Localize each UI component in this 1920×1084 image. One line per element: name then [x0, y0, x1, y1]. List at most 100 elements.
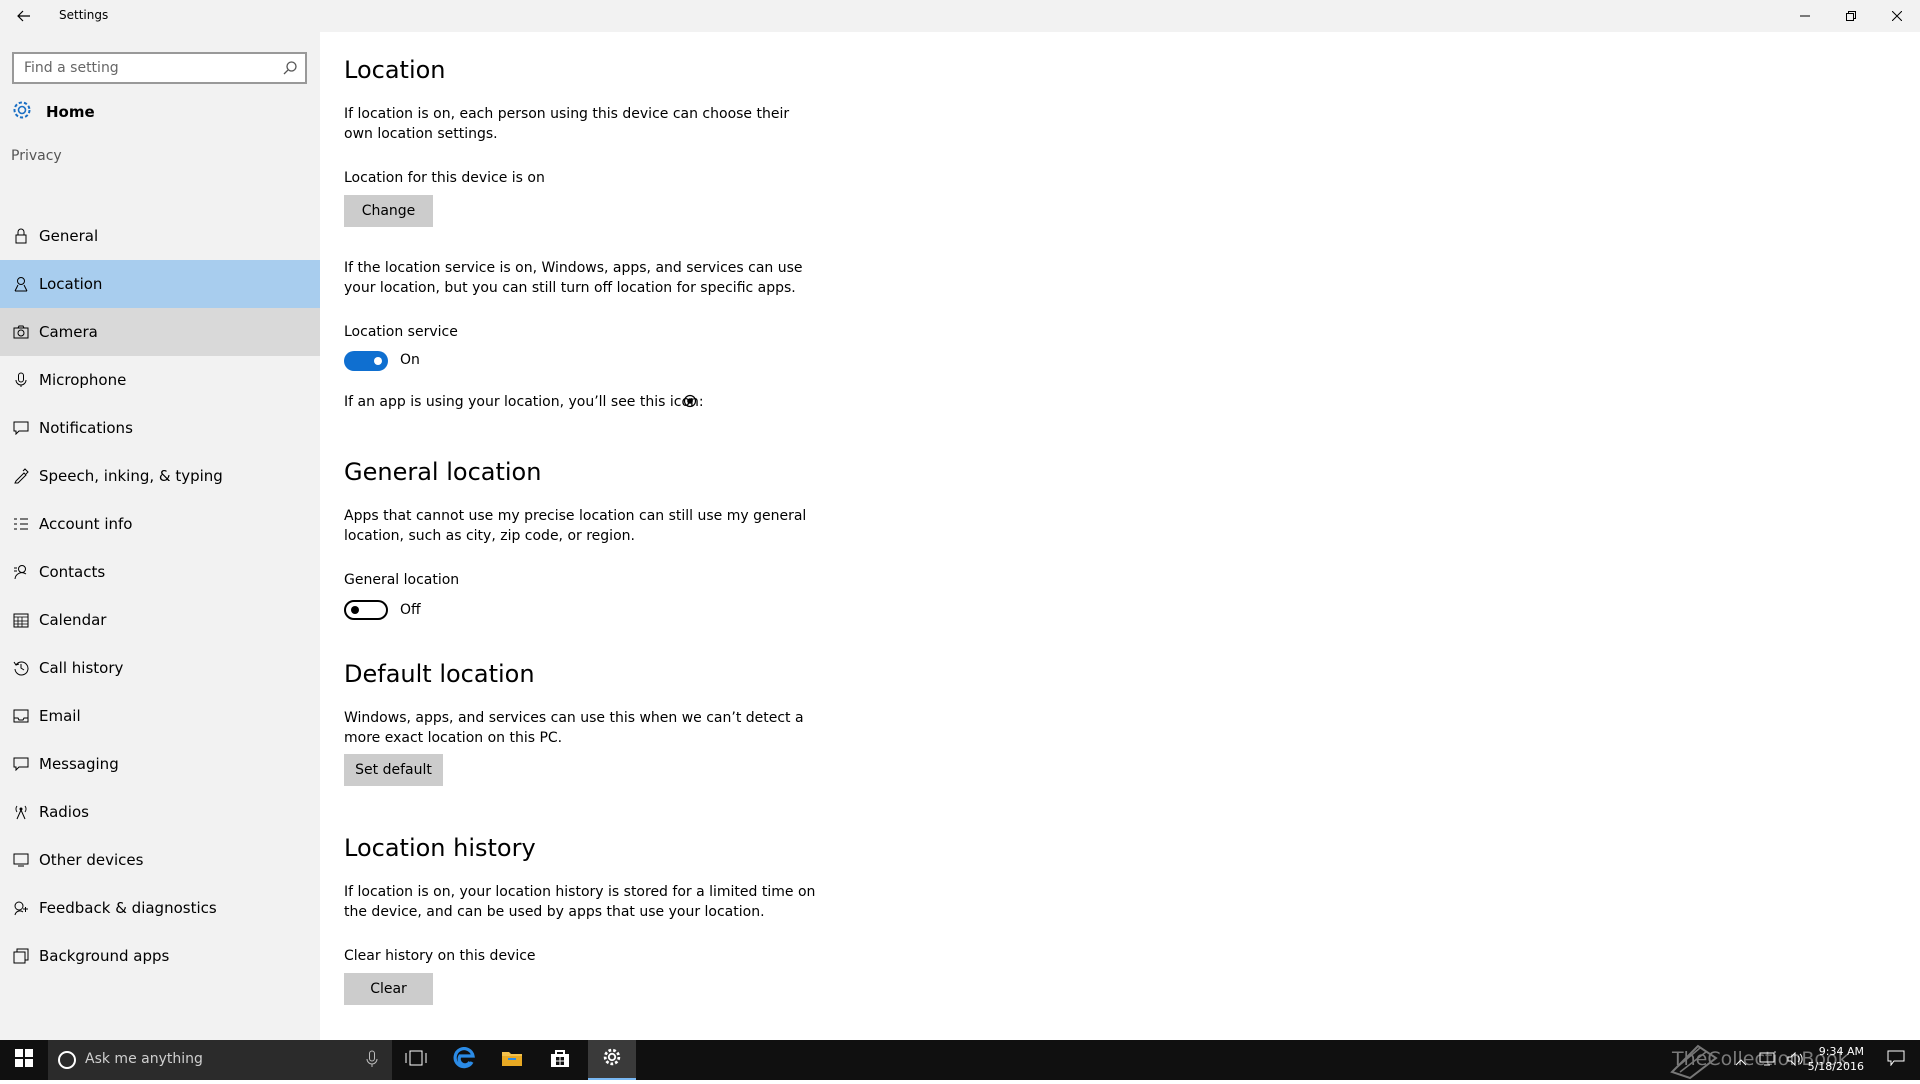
general-location-label: General location — [344, 572, 460, 588]
search-input[interactable]: Find a setting — [12, 52, 307, 84]
location-in-use-icon — [683, 393, 697, 412]
location-history-description: If location is on, your location history… — [344, 882, 844, 922]
sidebar-item-camera[interactable]: Camera — [0, 308, 320, 356]
sidebar-item-background-apps[interactable]: Background apps — [0, 932, 320, 980]
window-title: Settings — [59, 8, 109, 22]
history-desc-line2: the device, and can be used by apps that… — [344, 904, 765, 920]
search-placeholder: Find a setting — [24, 60, 119, 76]
lock-icon — [12, 227, 30, 245]
history-icon — [12, 659, 30, 677]
general-location-description: Apps that cannot use my precise location… — [344, 506, 814, 546]
sidebar-item-messaging[interactable]: Messaging — [0, 740, 320, 788]
sidebar-item-label: Background apps — [39, 947, 170, 965]
sidebar-item-calendar[interactable]: Calendar — [0, 596, 320, 644]
sidebar-item-location[interactable]: Location — [0, 260, 320, 308]
camera-icon — [12, 323, 30, 341]
pen-icon — [12, 467, 30, 485]
feedback-icon — [12, 899, 30, 917]
default-desc-line1: Windows, apps, and services can use this… — [344, 710, 804, 726]
location-description: If location is on, each person using thi… — [344, 104, 814, 144]
calendar-icon — [12, 611, 30, 629]
service-desc-line1: If the location service is on, Windows, … — [344, 260, 803, 276]
sidebar-item-notifications[interactable]: Notifications — [0, 404, 320, 452]
sidebar-item-label: Camera — [39, 323, 98, 341]
book-logo-icon — [1668, 1042, 1720, 1084]
action-center-button[interactable] — [1872, 1040, 1920, 1080]
taskbar: Ask me anything TheCollectionBook 9:34 A… — [0, 1040, 1920, 1080]
sidebar-item-speech[interactable]: Speech, inking, & typing — [0, 452, 320, 500]
section-heading-location-history: Location history — [344, 834, 536, 862]
sidebar-item-radios[interactable]: Radios — [0, 788, 320, 836]
chevron-up-icon[interactable] — [1735, 1051, 1747, 1070]
store-bag-icon — [550, 1048, 570, 1072]
start-button[interactable] — [0, 1040, 48, 1080]
general-desc-line1: Apps that cannot use my precise location… — [344, 508, 807, 524]
radio-tower-icon — [12, 803, 30, 821]
section-heading-general-location: General location — [344, 458, 542, 486]
sidebar-item-label: Calendar — [39, 611, 107, 629]
cortana-icon — [58, 1051, 76, 1069]
sidebar-item-label: Call history — [39, 659, 124, 677]
sidebar-item-label: Email — [39, 707, 81, 725]
sidebar-item-label: Feedback & diagnostics — [39, 899, 217, 917]
sidebar-item-feedback[interactable]: Feedback & diagnostics — [0, 884, 320, 932]
edge-button[interactable] — [440, 1040, 488, 1080]
sidebar-item-call-history[interactable]: Call history — [0, 644, 320, 692]
back-arrow-icon[interactable] — [14, 6, 34, 26]
store-button[interactable] — [536, 1040, 584, 1080]
sidebar: Find a setting Home Privacy General Loca… — [0, 32, 320, 1040]
folder-icon — [501, 1049, 523, 1071]
location-desc-line1: If location is on, each person using thi… — [344, 106, 790, 122]
home-label: Home — [46, 103, 95, 121]
set-default-button[interactable]: Set default — [344, 754, 443, 786]
default-desc-line2: more exact location on this PC. — [344, 730, 563, 746]
general-desc-line2: location, such as city, zip code, or reg… — [344, 528, 635, 544]
system-clock[interactable]: 9:34 AM 5/18/2016 — [1794, 1044, 1864, 1074]
history-desc-line1: If location is on, your location history… — [344, 884, 816, 900]
clear-button[interactable]: Clear — [344, 973, 433, 1005]
default-location-description: Windows, apps, and services can use this… — [344, 708, 814, 748]
clock-time: 9:34 AM — [1818, 1045, 1864, 1058]
background-apps-icon — [12, 947, 30, 965]
service-desc-line2: your location, but you can still turn of… — [344, 280, 796, 296]
clear-history-label: Clear history on this device — [344, 948, 536, 964]
device-location-status: Location for this device is on — [344, 170, 545, 186]
sidebar-item-label: Location — [39, 275, 103, 293]
sidebar-item-contacts[interactable]: Contacts — [0, 548, 320, 596]
group-label: Privacy — [11, 148, 62, 164]
devices-icon — [12, 851, 30, 869]
sidebar-item-label: Speech, inking, & typing — [39, 467, 223, 485]
network-icon[interactable] — [1759, 1051, 1775, 1070]
minimize-button[interactable] — [1782, 0, 1828, 32]
sidebar-item-other-devices[interactable]: Other devices — [0, 836, 320, 884]
location-desc-line2: own location settings. — [344, 126, 498, 142]
sidebar-item-label: Messaging — [39, 755, 119, 773]
close-button[interactable] — [1874, 0, 1920, 32]
sidebar-item-label: Notifications — [39, 419, 133, 437]
gear-icon — [10, 98, 34, 126]
sidebar-item-account-info[interactable]: Account info — [0, 500, 320, 548]
action-center-icon — [1887, 1050, 1905, 1070]
location-service-label: Location service — [344, 324, 458, 340]
microphone-icon — [12, 371, 30, 389]
sidebar-item-label: Microphone — [39, 371, 127, 389]
sidebar-item-microphone[interactable]: Microphone — [0, 356, 320, 404]
general-location-toggle[interactable] — [344, 600, 388, 620]
taskbar-search[interactable]: Ask me anything — [48, 1040, 392, 1080]
task-view-icon — [405, 1050, 427, 1070]
location-service-toggle[interactable] — [344, 351, 388, 371]
sidebar-item-email[interactable]: Email — [0, 692, 320, 740]
restore-button[interactable] — [1828, 0, 1874, 32]
task-view-button[interactable] — [392, 1040, 440, 1080]
search-icon[interactable] — [283, 60, 297, 79]
settings-taskbar-button[interactable] — [588, 1040, 636, 1080]
sidebar-item-general[interactable]: General — [0, 212, 320, 260]
windows-logo-icon — [15, 1049, 33, 1071]
microphone-icon[interactable] — [366, 1050, 378, 1072]
gear-icon — [601, 1046, 623, 1072]
home-link[interactable]: Home — [10, 96, 95, 128]
notification-icon — [12, 419, 30, 437]
contacts-icon — [12, 563, 30, 581]
change-button[interactable]: Change — [344, 195, 433, 227]
file-explorer-button[interactable] — [488, 1040, 536, 1080]
